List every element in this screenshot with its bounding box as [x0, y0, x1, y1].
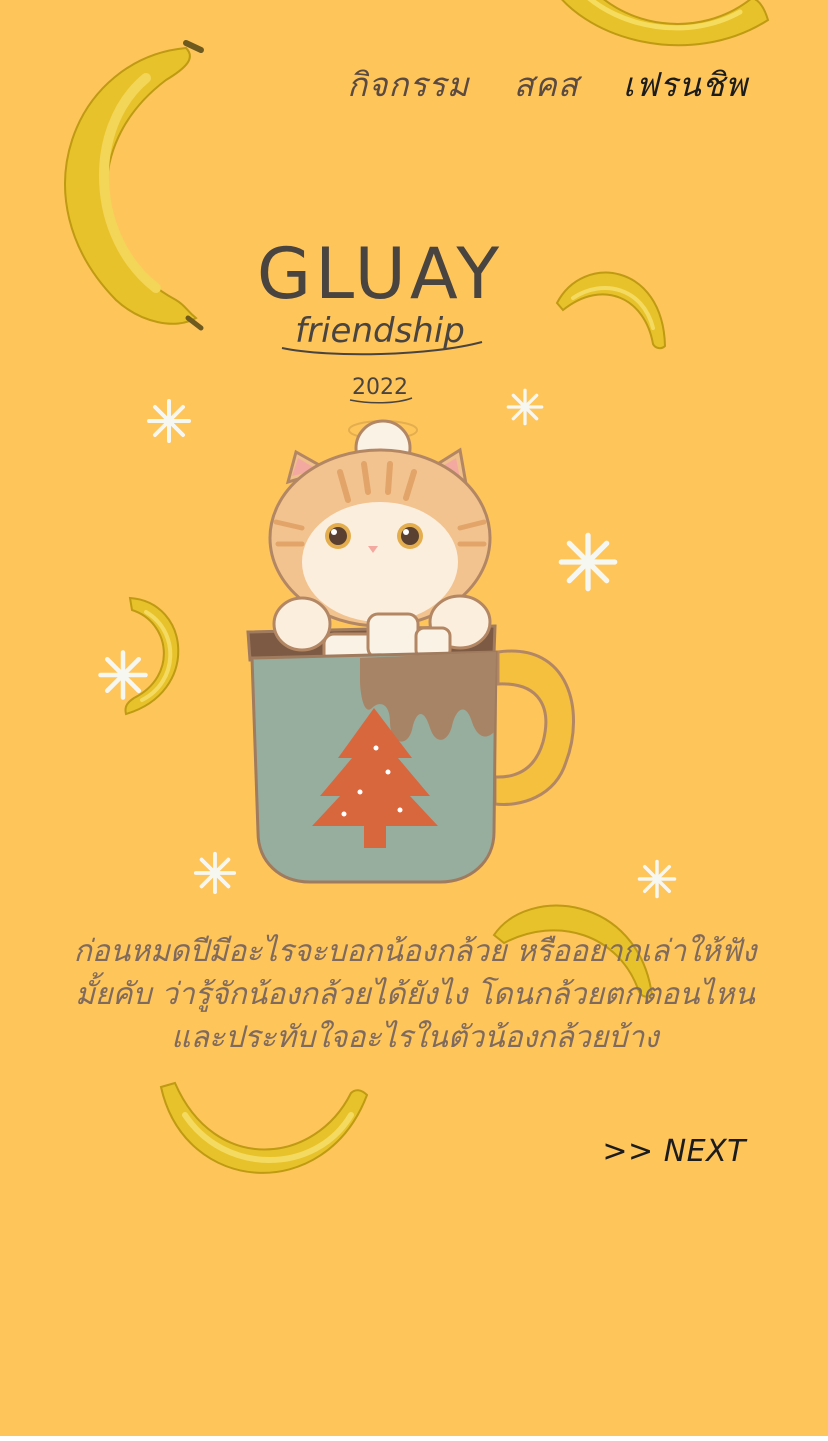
banana-bottom: [159, 1081, 369, 1174]
logo-title: GLUAY: [257, 233, 503, 315]
gluay-friendship-logo: GLUAY friendship 2022: [257, 233, 503, 404]
top-navigation: กิจกรรม สคส เฟรนชิพ: [347, 58, 748, 111]
cat-in-mug-illustration: [246, 419, 576, 884]
nav-greeting-card[interactable]: สคส: [514, 58, 579, 111]
intro-message: ก่อนหมดปีมีอะไรจะบอกน้องกล้วย หรืออยากเล…: [73, 934, 757, 1055]
bottom-edge: [0, 1436, 828, 1441]
banana-top-left: [64, 40, 204, 331]
banana-mid-right: [555, 271, 667, 350]
page: GLUAY friendship 2022 กิจกรรม สคส เฟรนชิ…: [0, 0, 828, 1441]
next-button[interactable]: >> NEXT: [602, 1134, 746, 1169]
logo-year: 2022: [352, 375, 408, 400]
snowflake-icon: [637, 859, 677, 899]
nav-activities[interactable]: กิจกรรม: [347, 58, 470, 111]
snowflake-icon: [193, 851, 237, 895]
snowflake-icon: [98, 650, 148, 700]
logo-subtitle: friendship: [295, 311, 465, 351]
nav-friendship[interactable]: เฟรนชิพ: [623, 58, 748, 111]
snowflake-icon: [147, 399, 191, 443]
